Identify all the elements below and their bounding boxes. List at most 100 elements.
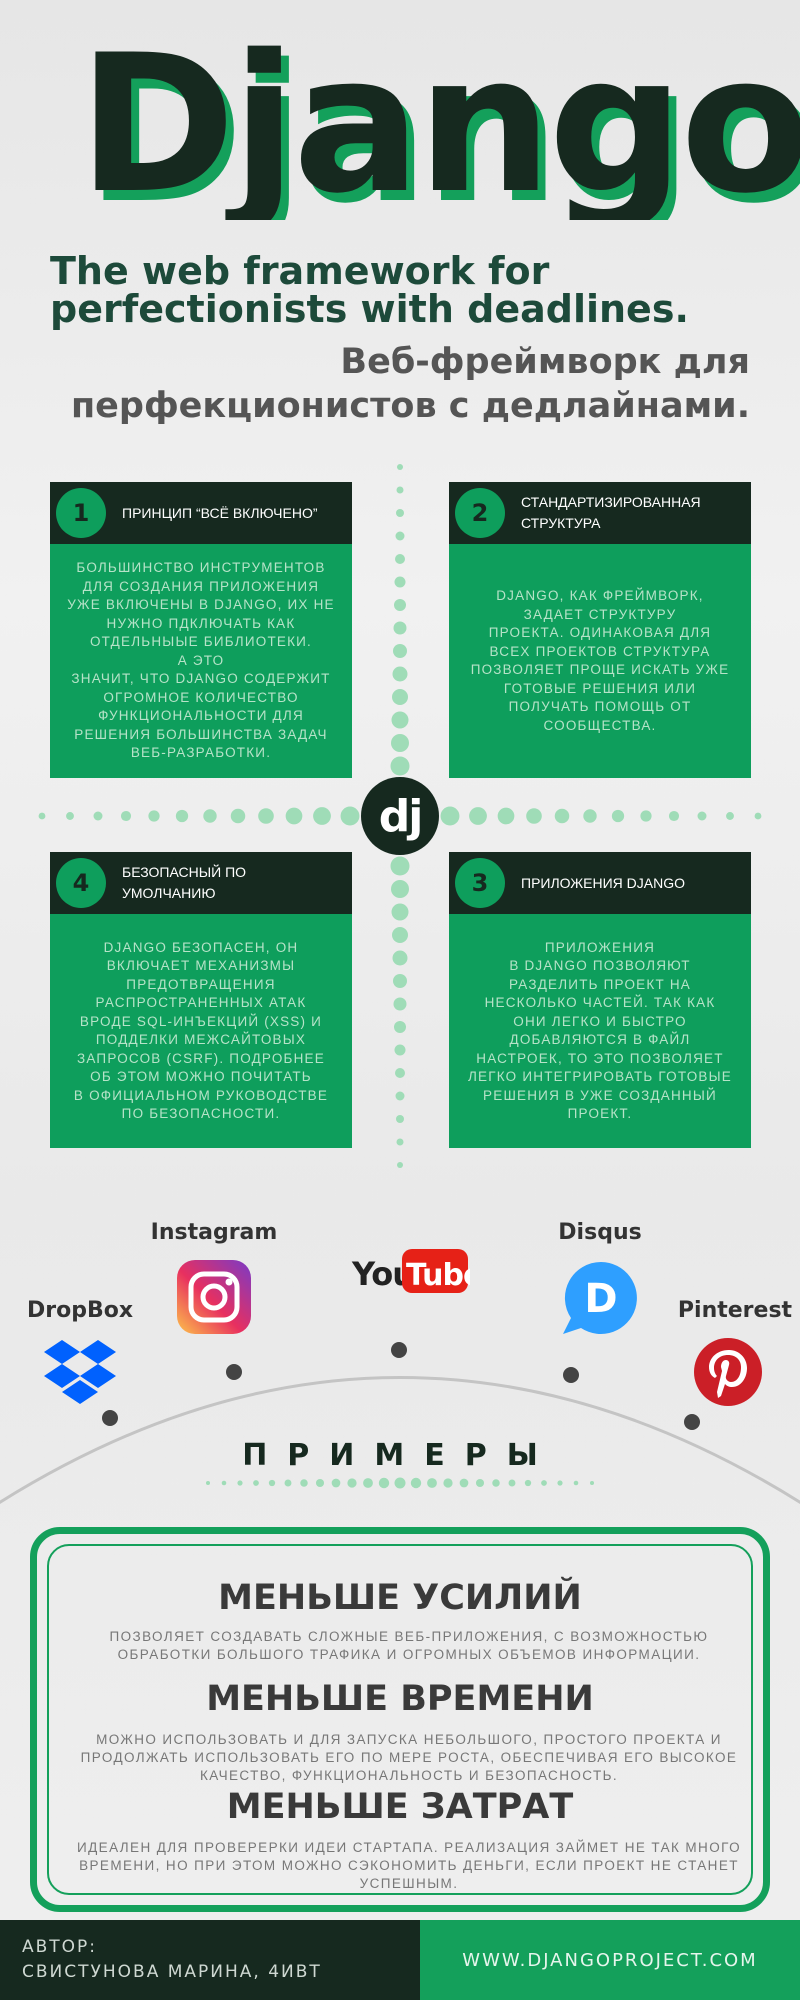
footer-site-link[interactable]: WWW.DJANGOPROJECT.COM (420, 1920, 800, 2000)
axis-dot (397, 1162, 403, 1168)
axis-dot (203, 809, 217, 823)
divider-dot (443, 1478, 453, 1488)
card-title: БЕЗОПАСНЫЙ ПО УМОЛЧАНИЮ (122, 864, 247, 901)
instagram-icon (177, 1260, 251, 1334)
axis-dot (393, 997, 407, 1011)
dropbox-label: DropBox (26, 1298, 134, 1323)
divider-dot (221, 1480, 227, 1486)
card-title: СТАНДАРТИЗИРОВАННАЯ СТРУКТУРА (521, 494, 701, 531)
benefit-text: Позволяет создавать сложные веб-приложен… (109, 1629, 709, 1662)
divider-dot (206, 1481, 210, 1485)
benefit-text: Идеален для проверерки идеи стартапа. Ре… (77, 1840, 741, 1891)
axis-dot (640, 810, 652, 822)
axis-dot (392, 950, 408, 966)
axis-dot (526, 808, 542, 824)
youtube-icon: You Tube (351, 1249, 470, 1293)
axis-dot (175, 809, 189, 823)
card-text: Приложения в Django позволяют разделить … (468, 939, 732, 1122)
tagline-ru-line2: перфекционистов с дедлайнами. (70, 386, 750, 426)
author-name: СВИСТУНОВА МАРИНА, 4ИВТ (22, 1962, 322, 1982)
axis-dot (392, 666, 408, 682)
divider-dot (284, 1479, 292, 1487)
benefit-title: МЕНЬШЕ УСИЛИЙ (218, 1578, 582, 1618)
divider-dot (410, 1477, 422, 1489)
divider-dot (573, 1480, 579, 1486)
divider-dot (590, 1481, 594, 1485)
axis-dot (497, 807, 515, 825)
divider-dot (459, 1478, 469, 1488)
axis-dot (396, 486, 404, 494)
axis-dot (390, 856, 410, 876)
dj-logo-icon: dj (361, 777, 439, 855)
divider-dot (378, 1477, 390, 1489)
card-number-badge: 4 (56, 858, 106, 908)
divider-dot (300, 1479, 308, 1487)
pinterest-label: Pinterest (677, 1298, 793, 1323)
card-header: 4 БЕЗОПАСНЫЙ ПО УМОЛЧАНИЮ (50, 852, 352, 914)
divider-dot (363, 1478, 373, 1488)
axis-dot (393, 621, 407, 635)
card-django-apps: 3 ПРИЛОЖЕНИЯ DJANGO Приложения в Django … (449, 852, 751, 1148)
axis-dot (395, 1068, 405, 1078)
disqus-label: Disqus (558, 1220, 642, 1245)
divider-dot (508, 1479, 516, 1487)
divider-dot (557, 1480, 563, 1486)
svg-text:Tube: Tube (406, 1258, 470, 1293)
axis-dot (554, 808, 570, 824)
divider-dot (492, 1479, 500, 1487)
axis-dot (391, 903, 409, 921)
card-number-badge: 3 (455, 858, 505, 908)
instagram-label: Instagram (150, 1220, 278, 1245)
pinterest-icon (694, 1338, 762, 1406)
svg-text:D: D (584, 1276, 617, 1322)
card-title: ПРИНЦИП “ВСЁ ВКЛЮЧЕНО” (122, 504, 318, 521)
divider-dot (253, 1480, 259, 1486)
axis-dot (393, 974, 407, 988)
axis-dot (313, 807, 331, 825)
axis-dot (394, 599, 406, 611)
card-number-badge: 1 (56, 488, 106, 538)
axis-dot (395, 554, 405, 564)
axis-dot (583, 809, 597, 823)
divider-dot (541, 1480, 547, 1486)
axis-dot (394, 1021, 406, 1033)
card-number-badge: 2 (455, 488, 505, 538)
axis-dot (668, 810, 680, 822)
axis-dot (340, 806, 360, 826)
card-header: 1 ПРИНЦИП “ВСЁ ВКЛЮЧЕНО” (50, 482, 352, 544)
tagline-en-line1: The web framework for (50, 249, 550, 293)
axis-dot (396, 1138, 404, 1146)
axis-dot (754, 812, 762, 820)
examples-title: ПРИМЕРЫ (242, 1438, 558, 1473)
divider-dot (331, 1478, 341, 1488)
disqus-icon: D (563, 1262, 637, 1334)
divider-dot (347, 1478, 357, 1488)
card-text: Django, как фреймворк, задает структуру … (470, 588, 730, 733)
examples-divider-dots (206, 1477, 594, 1489)
card-standard-structure: 2 СТАНДАРТИЗИРОВАННАЯ СТРУКТУРА Django, … (449, 482, 751, 778)
divider-dot (475, 1478, 485, 1488)
axis-dot (392, 927, 408, 943)
axis-dot (390, 756, 410, 776)
axis-dot (258, 808, 274, 824)
benefit-text: Можно использовать и для запуска небольш… (80, 1732, 738, 1783)
tagline-english: The web framework for perfectionists wit… (50, 252, 750, 328)
axis-dot (38, 812, 46, 820)
svg-text:Django: Django (78, 20, 800, 220)
tagline-en-line2: perfectionists with deadlines. (50, 287, 689, 331)
card-header: 3 ПРИЛОЖЕНИЯ DJANGO (449, 852, 751, 914)
axis-dot (392, 689, 408, 705)
axis-dot (396, 1115, 404, 1123)
tagline-ru-line1: Веб-фреймворк для (340, 342, 750, 382)
django-logo: Django Django (78, 20, 800, 220)
axis-dot (726, 812, 734, 820)
divider-dot (524, 1479, 532, 1487)
axis-dot (66, 812, 74, 820)
axis-dot (391, 880, 409, 898)
axis-dot (469, 807, 487, 825)
axis-dot (440, 806, 460, 826)
axis-dot (93, 811, 103, 821)
axis-dot (697, 811, 707, 821)
axis-dot (394, 1044, 406, 1056)
axis-dot (395, 1091, 405, 1101)
